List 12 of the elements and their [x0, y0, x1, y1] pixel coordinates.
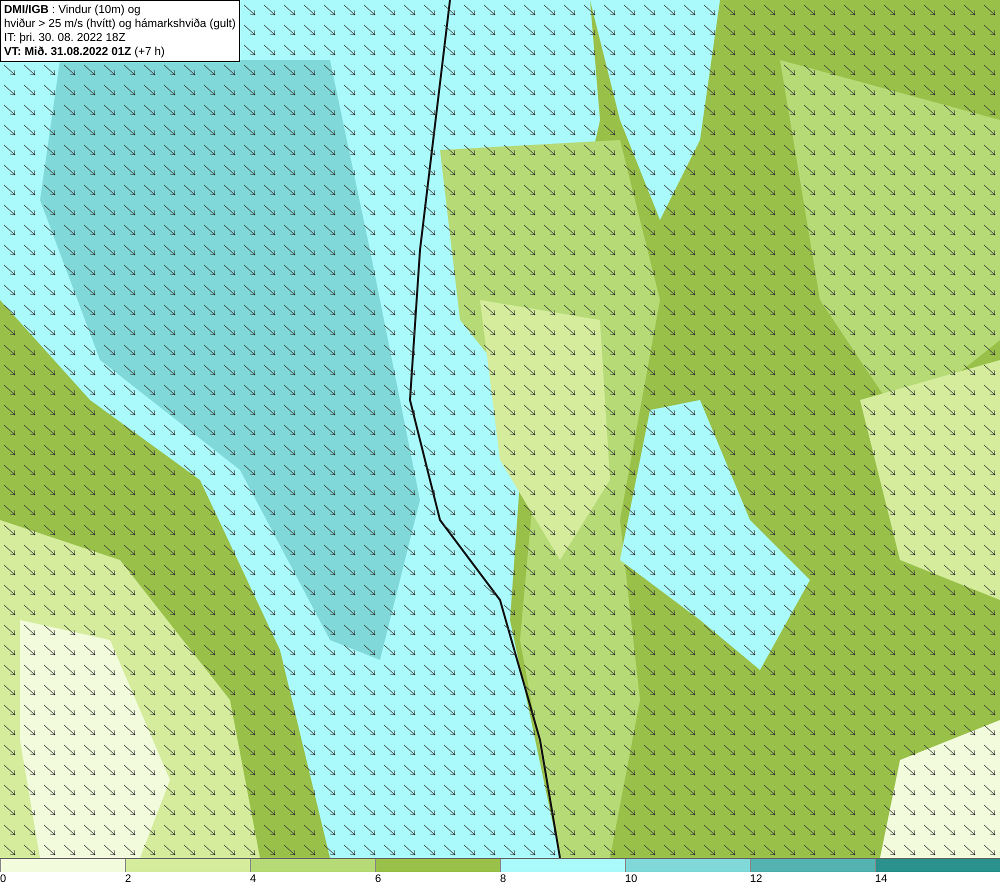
- info-text: IT: þri. 30. 08. 2022 18Z: [4, 31, 126, 45]
- legend-label: 4: [250, 872, 256, 886]
- legend-label: 6: [375, 872, 382, 886]
- legend-label: 0: [0, 872, 6, 886]
- info-text: VT: Mið. 31.08.2022 01Z (+7 h): [4, 45, 166, 59]
- legend-label: 14: [875, 872, 888, 886]
- legend-label: 2: [125, 872, 132, 886]
- legend-label: 8: [500, 872, 506, 886]
- legend-label: 10: [625, 872, 638, 886]
- info-text: DMI/IGB : Vindur (10m) og: [4, 3, 142, 17]
- info-text: hviður > 25 m/s (hvítt) og hámarkshviða (gult): [4, 17, 236, 31]
- legend-label: 12: [750, 872, 762, 886]
